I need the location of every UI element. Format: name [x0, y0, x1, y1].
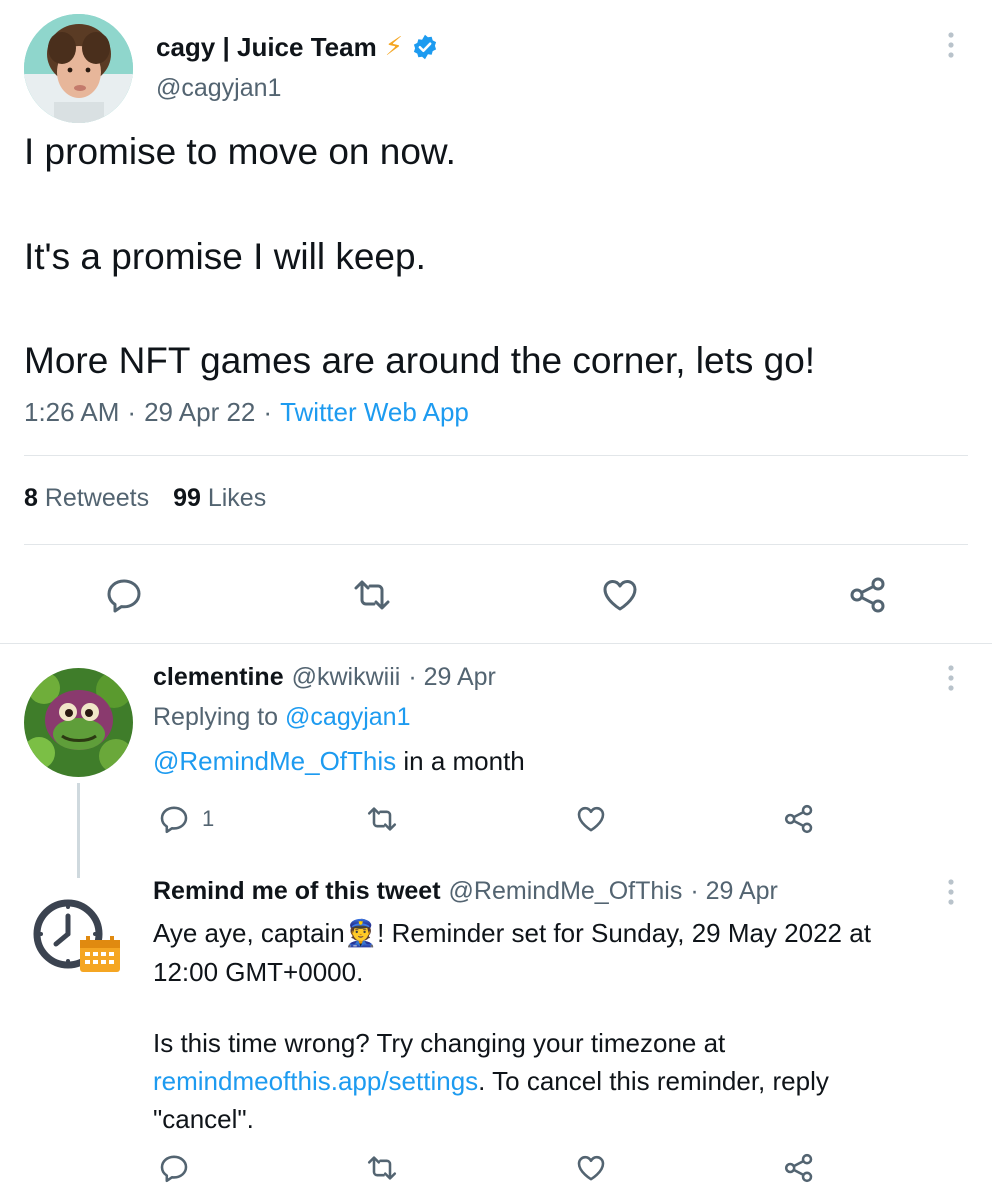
share-icon[interactable]: [848, 575, 888, 615]
reminder-line-1a: Aye aye, captain: [153, 918, 345, 948]
settings-link[interactable]: remindmeofthis.app/settings: [153, 1066, 478, 1096]
retweet-icon[interactable]: [352, 575, 392, 615]
reminder-line-1: Aye aye, captain👮! Reminder set for Sund…: [153, 914, 953, 953]
replying-to-prefix: Replying to: [153, 703, 279, 731]
tweet-line-3: More NFT games are around the corner, le…: [24, 340, 816, 381]
replying-to-handle[interactable]: @cagyjan1: [285, 703, 410, 731]
lightning-emoji: ⚡: [384, 32, 403, 62]
reply-count: 1: [202, 806, 215, 831]
tweet-text: I promise to move on now.: [24, 130, 964, 174]
tweet-date[interactable]: 29 Apr 22: [144, 397, 255, 428]
more-options-icon[interactable]: [941, 663, 961, 693]
separator-dot: ·: [263, 397, 273, 427]
reply-date[interactable]: · 29 Apr: [408, 663, 496, 692]
tweet-line-1: I promise to move on now.: [24, 131, 456, 172]
reply-author-handle[interactable]: @kwikwiii: [292, 663, 401, 692]
share-icon[interactable]: [783, 803, 815, 835]
reply-author-handle[interactable]: @RemindMe_OfThis: [449, 877, 683, 906]
reply-author-avatar[interactable]: [24, 668, 133, 777]
likes-label: Likes: [207, 484, 267, 512]
reply-icon[interactable]: 1: [158, 803, 214, 835]
author-avatar-image: [24, 14, 133, 123]
reply-date[interactable]: · 29 Apr: [690, 877, 778, 906]
like-heart-icon[interactable]: [575, 1152, 607, 1184]
reminder-text-2: Is this time wrong? Try changing your ti…: [153, 1024, 953, 1138]
retweet-icon[interactable]: [366, 803, 398, 835]
frog-avatar-image: [24, 668, 133, 777]
author-handle[interactable]: @cagyjan1: [156, 74, 281, 103]
reminder-line-2: 12:00 GMT+0000.: [153, 957, 364, 987]
like-heart-icon[interactable]: [575, 803, 607, 835]
author-name-row[interactable]: cagy | Juice Team ⚡: [156, 30, 439, 64]
tweet-line-2: It's a promise I will keep.: [24, 236, 426, 277]
reply-text: @RemindMe_OfThis in a month: [153, 746, 525, 777]
divider: [24, 455, 968, 456]
police-officer-emoji: 👮: [344, 919, 378, 949]
retweet-icon[interactable]: [366, 1152, 398, 1184]
more-options-icon[interactable]: [941, 877, 961, 907]
author-avatar[interactable]: [24, 14, 133, 123]
author-name[interactable]: cagy | Juice Team: [156, 32, 377, 63]
verified-badge-icon: [411, 33, 439, 61]
tweet-time[interactable]: 1:26 AM: [24, 397, 119, 428]
thread-connector-line: [77, 783, 80, 878]
clock-calendar-avatar-icon[interactable]: [30, 896, 126, 976]
reminder-line-5: "cancel".: [153, 1104, 254, 1134]
retweets-label: Retweets: [44, 484, 150, 512]
like-heart-icon[interactable]: [600, 575, 640, 615]
divider: [24, 544, 968, 545]
reply-header: Remind me of this tweet @RemindMe_OfThis…: [153, 877, 778, 906]
section-divider: [0, 643, 992, 644]
reminder-text: Aye aye, captain👮! Reminder set for Sund…: [153, 914, 953, 991]
share-icon[interactable]: [783, 1152, 815, 1184]
more-options-icon[interactable]: [941, 30, 961, 60]
replying-to: Replying to @cagyjan1: [153, 703, 410, 732]
retweets-stat[interactable]: 8 Retweets: [24, 484, 149, 513]
mention-link[interactable]: @RemindMe_OfThis: [153, 746, 396, 776]
reply-header: clementine @kwikwiii · 29 Apr: [153, 663, 496, 692]
likes-count: 99: [173, 484, 201, 512]
reminder-line-1b: ! Reminder set for Sunday, 29 May 2022 a…: [377, 918, 871, 948]
retweets-count: 8: [24, 484, 38, 512]
reminder-line-4-rest: . To cancel this reminder, reply: [478, 1066, 829, 1096]
tweet-source-link[interactable]: Twitter Web App: [280, 397, 469, 428]
reply-text-body: in a month: [396, 746, 525, 776]
reply-icon[interactable]: [104, 575, 144, 615]
reply-author-name[interactable]: clementine: [153, 663, 284, 692]
separator-dot: ·: [127, 397, 137, 427]
timestamp-row: 1:26 AM · 29 Apr 22 · Twitter Web App: [24, 397, 469, 428]
tweet-stats: 8 Retweets 99 Likes: [24, 484, 266, 513]
reminder-line-3: Is this time wrong? Try changing your ti…: [153, 1028, 726, 1058]
likes-stat[interactable]: 99 Likes: [173, 484, 266, 513]
reply-icon[interactable]: [158, 1152, 190, 1184]
reply-author-name[interactable]: Remind me of this tweet: [153, 877, 441, 906]
reminder-line-4: remindmeofthis.app/settings. To cancel t…: [153, 1062, 953, 1100]
